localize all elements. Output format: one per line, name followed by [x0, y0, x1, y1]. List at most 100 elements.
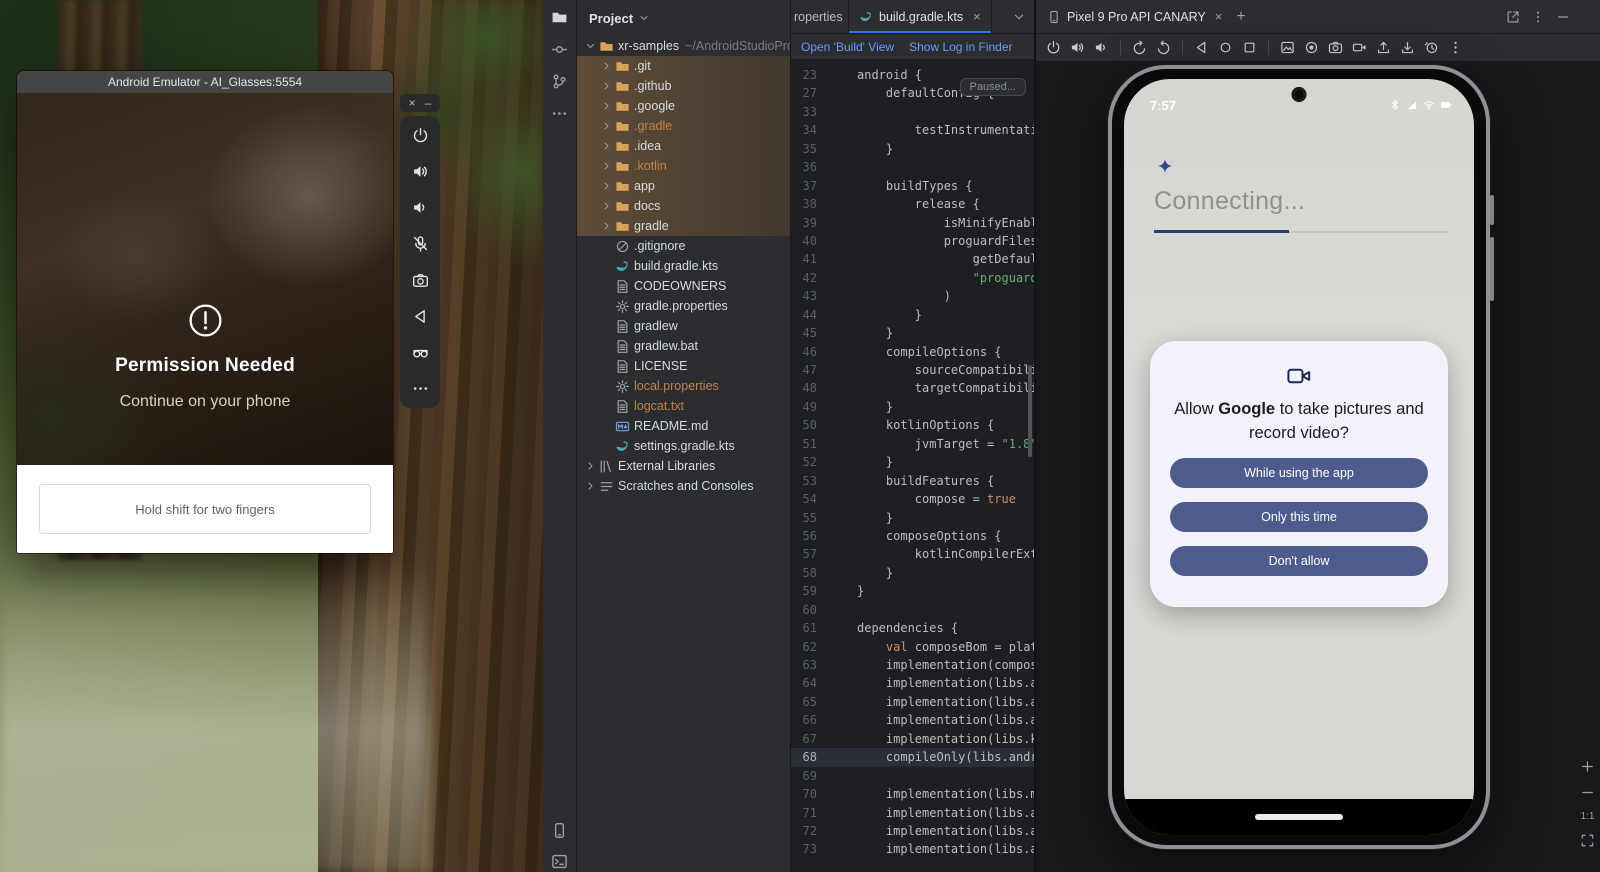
chevron-right-icon[interactable]	[599, 80, 614, 92]
code-line-53[interactable]: 53 buildFeatures {	[791, 472, 1034, 490]
chevron-right-icon[interactable]	[599, 160, 614, 172]
back-icon[interactable]	[1194, 40, 1209, 55]
tab-build-gradle-kts[interactable]: build.gradle.kts ×	[849, 0, 992, 33]
dont-allow-button[interactable]: Don't allow	[1170, 546, 1428, 576]
emulator-title[interactable]: Android Emulator - AI_Glasses:5554	[17, 71, 393, 93]
zoom-out-button[interactable]	[1580, 785, 1595, 800]
code-line-41[interactable]: 41 getDefaultPr	[791, 250, 1034, 268]
code-line-52[interactable]: 52 }	[791, 453, 1034, 471]
upload-icon[interactable]	[1376, 40, 1391, 55]
tree-item-docs[interactable]: docs	[577, 196, 790, 216]
tree-item-gradle-properties[interactable]: gradle.properties	[577, 296, 790, 316]
code-line-56[interactable]: 56 composeOptions {	[791, 527, 1034, 545]
close-tab-icon[interactable]: ×	[973, 9, 981, 24]
chevron-right-icon[interactable]	[599, 60, 614, 72]
code-line-48[interactable]: 48 targetCompatibility	[791, 379, 1034, 397]
fit-screen-button[interactable]	[1580, 833, 1595, 848]
code-line-51[interactable]: 51 jvmTarget = "1.8"	[791, 435, 1034, 453]
code-line-39[interactable]: 39 isMinifyEnabled	[791, 214, 1034, 232]
chevron-down-icon[interactable]	[583, 40, 598, 52]
code-line-33[interactable]: 33	[791, 103, 1034, 121]
terminal-icon[interactable]	[551, 853, 568, 870]
more-vert-icon[interactable]	[1448, 40, 1463, 55]
tree-item--github[interactable]: .github	[577, 76, 790, 96]
virtual-scene-icon[interactable]	[412, 344, 429, 361]
volume-down-icon[interactable]	[412, 199, 429, 216]
add-device-tab-button[interactable]: +	[1236, 8, 1245, 26]
tab-gradle-properties[interactable]: roperties	[791, 0, 849, 33]
code-line-47[interactable]: 47 sourceCompatibility	[791, 361, 1034, 379]
code-line-35[interactable]: 35 }	[791, 140, 1034, 158]
code-line-45[interactable]: 45 }	[791, 324, 1034, 342]
code-line-36[interactable]: 36	[791, 158, 1034, 176]
tabs-dropdown-icon[interactable]	[1012, 10, 1026, 24]
code-line-42[interactable]: 42 "proguard-ru	[791, 269, 1034, 287]
volume-up-icon[interactable]	[1070, 40, 1085, 55]
code-line-55[interactable]: 55 }	[791, 509, 1034, 527]
code-line-61[interactable]: 61dependencies {	[791, 619, 1034, 637]
open-build-view-link[interactable]: Open 'Build' View	[801, 40, 894, 54]
tree-item-local-properties[interactable]: local.properties	[577, 376, 790, 396]
tree-item-settings-gradle-kts[interactable]: settings.gradle.kts	[577, 436, 790, 456]
tree-item-external-libraries[interactable]: External Libraries	[577, 456, 790, 476]
code-line-68[interactable]: 68 compileOnly(libs.android	[791, 748, 1034, 766]
code-line-38[interactable]: 38 release {	[791, 195, 1034, 213]
volume-up-icon[interactable]	[412, 163, 429, 180]
tree-item--idea[interactable]: .idea	[577, 136, 790, 156]
chevron-right-icon[interactable]	[599, 180, 614, 192]
video-icon[interactable]	[1352, 40, 1367, 55]
snapshot-icon[interactable]	[1424, 40, 1439, 55]
code-line-73[interactable]: 73 implementation(libs.andr	[791, 840, 1034, 858]
chevron-right-icon[interactable]	[583, 480, 598, 492]
more-horiz-icon[interactable]	[551, 105, 568, 122]
more-vert-icon[interactable]	[1531, 10, 1545, 24]
tree-item--git[interactable]: .git	[577, 56, 790, 76]
code-line-44[interactable]: 44 }	[791, 306, 1034, 324]
code-line-62[interactable]: 62 val composeBom = platfor	[791, 638, 1034, 656]
allow-only-this-time-button[interactable]: Only this time	[1170, 502, 1428, 532]
code-line-46[interactable]: 46 compileOptions {	[791, 343, 1034, 361]
device-icon[interactable]	[551, 822, 568, 839]
zoom-ratio[interactable]: 1:1	[1581, 811, 1595, 822]
project-folder-icon[interactable]	[551, 9, 568, 26]
code-line-65[interactable]: 65 implementation(libs.andr	[791, 693, 1034, 711]
code-line-43[interactable]: 43 )	[791, 287, 1034, 305]
close-device-tab-icon[interactable]: ×	[1215, 9, 1223, 24]
code-line-40[interactable]: 40 proguardFiles(	[791, 232, 1034, 250]
close-button[interactable]: ×	[409, 96, 416, 110]
overview-icon[interactable]	[1242, 40, 1257, 55]
volume-down-icon[interactable]	[1094, 40, 1109, 55]
chevron-right-icon[interactable]	[599, 220, 614, 232]
code-line-70[interactable]: 70 implementation(libs.mate	[791, 785, 1034, 803]
tree-item--gradle[interactable]: .gradle	[577, 116, 790, 136]
device-tab-label[interactable]: Pixel 9 Pro API CANARY	[1067, 10, 1206, 24]
code-line-57[interactable]: 57 kotlinCompilerExtens	[791, 545, 1034, 563]
open-in-window-icon[interactable]	[1506, 10, 1520, 24]
code-line-63[interactable]: 63 implementation(composeBo	[791, 656, 1034, 674]
commit-icon[interactable]	[551, 41, 568, 58]
tree-item-logcat-txt[interactable]: logcat.txt	[577, 396, 790, 416]
rotate-right-icon[interactable]	[1156, 40, 1171, 55]
phone-screen[interactable]: 7:57 Connecting... Allow Google to	[1124, 79, 1474, 835]
project-panel-title[interactable]: Project	[589, 11, 633, 26]
zoom-in-button[interactable]	[1580, 759, 1595, 774]
minimize-button[interactable]: –	[425, 96, 432, 110]
download-icon[interactable]	[1400, 40, 1415, 55]
power-icon[interactable]	[1046, 40, 1061, 55]
emulator-screen[interactable]: Permission Needed Continue on your phone	[17, 93, 393, 465]
chevron-right-icon[interactable]	[599, 140, 614, 152]
code-line-60[interactable]: 60	[791, 601, 1034, 619]
chevron-right-icon[interactable]	[599, 200, 614, 212]
tree-item--gitignore[interactable]: .gitignore	[577, 236, 790, 256]
code-line-49[interactable]: 49 }	[791, 398, 1034, 416]
more-horiz-icon[interactable]	[412, 380, 429, 397]
tree-item-gradlew[interactable]: gradlew	[577, 316, 790, 336]
tree-item--kotlin[interactable]: .kotlin	[577, 156, 790, 176]
tree-item-codeowners[interactable]: CODEOWNERS	[577, 276, 790, 296]
back-icon[interactable]	[412, 308, 429, 325]
home-icon[interactable]	[1218, 40, 1233, 55]
code-editor[interactable]: Paused... 23android {27 defaultConfig {3…	[791, 60, 1034, 872]
camera-icon[interactable]	[1328, 40, 1343, 55]
code-line-59[interactable]: 59}	[791, 582, 1034, 600]
chevron-right-icon[interactable]	[583, 460, 598, 472]
